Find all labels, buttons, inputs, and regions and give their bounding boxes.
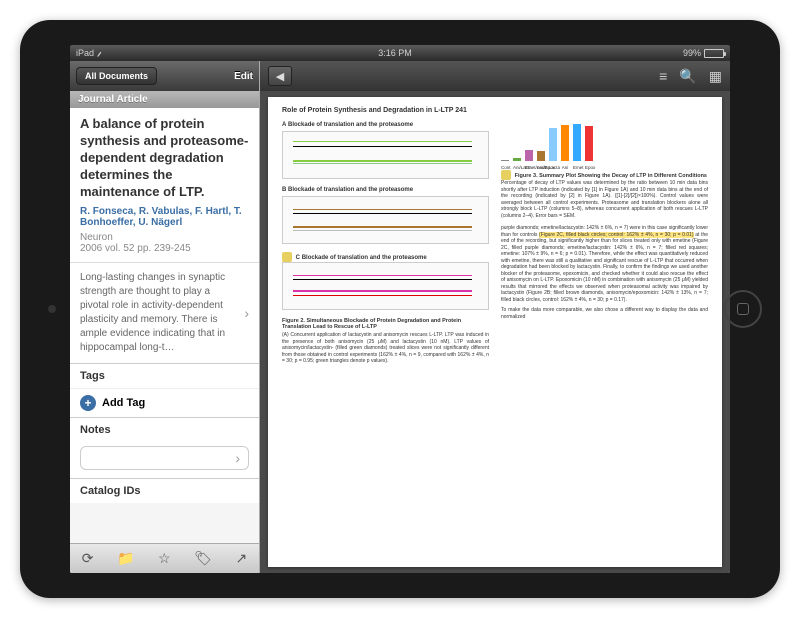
article-meta: A balance of protein synthesis and prote… (70, 108, 259, 262)
panel-c-chart (282, 262, 489, 310)
bar-categories: ContAni/LactaEmet/LactaAni/EpoxLactaAniE… (501, 165, 708, 170)
fig2-caption: Figure 2. Simultaneous Blockade of Prote… (282, 318, 489, 330)
device-label: iPad (76, 48, 94, 58)
body-text-2: purple diamonds; emetine/lactacystin: 14… (501, 225, 708, 303)
catalog-heading: Catalog IDs (70, 479, 259, 503)
folder-icon[interactable]: 📁 (117, 550, 134, 567)
doc-left-column: Role of Protein Synthesis and Degradatio… (282, 107, 489, 557)
tags-section: Tags + Add Tag (70, 363, 259, 417)
battery-icon (704, 49, 724, 58)
article-journal: Neuron (80, 232, 249, 243)
main-toolbar: ◀ ≡ 🔍 ▦ (260, 61, 730, 91)
panel-c-title: Blockade of translation and the proteaso… (302, 255, 427, 261)
abstract-text: Long-lasting changes in synaptic strengt… (80, 271, 240, 355)
screen: iPad 3:16 PM 99% All Documents Edit Jour… (70, 45, 730, 573)
doc-running-head: Role of Protein Synthesis and Degradatio… (282, 107, 489, 114)
back-button[interactable]: ◀ (268, 66, 292, 86)
doc-right-column: ContAni/LactaEmet/LactaAni/EpoxLactaAniE… (501, 107, 708, 557)
notes-heading: Notes (70, 418, 259, 442)
panel-b-chart (282, 196, 489, 244)
panel-a-title: Blockade of translation and the proteaso… (288, 122, 413, 128)
grid-icon[interactable]: ▦ (709, 68, 722, 85)
add-tag-button[interactable]: + Add Tag (70, 388, 259, 417)
chevron-right-icon: › (235, 450, 240, 466)
article-title: A balance of protein synthesis and prote… (80, 116, 249, 200)
search-icon[interactable]: 🔍 (679, 68, 696, 85)
fig3-caption: Figure 3. Summary Plot Showing the Decay… (515, 173, 707, 179)
plus-icon: + (80, 395, 96, 411)
tag-icon[interactable]: 🏷 (194, 550, 212, 567)
notes-section: Notes › (70, 417, 259, 478)
star-icon[interactable]: ☆ (158, 550, 171, 567)
clock: 3:16 PM (378, 48, 412, 58)
annotation-icon[interactable] (501, 170, 511, 180)
abstract-row[interactable]: Long-lasting changes in synaptic strengt… (70, 262, 259, 363)
tags-heading: Tags (70, 364, 259, 388)
notes-field[interactable]: › (80, 446, 249, 470)
status-bar: iPad 3:16 PM 99% (70, 45, 730, 61)
main-pane: ◀ ≡ 🔍 ▦ Role of Protein Synthesis and De… (260, 61, 730, 573)
summary-bar-chart (501, 111, 708, 161)
highlight[interactable]: (Figure 2C, filled black circles; contro… (539, 232, 694, 238)
article-authors[interactable]: R. Fonseca, R. Vabulas, F. Hartl, T. Bon… (80, 206, 249, 228)
fig3-body: Percentage of decay of LTP values was de… (501, 180, 708, 219)
panel-a-chart (282, 131, 489, 179)
document-page[interactable]: Role of Protein Synthesis and Degradatio… (268, 97, 722, 567)
sidebar-toolbar: All Documents Edit (70, 61, 259, 91)
sidebar: All Documents Edit Journal Article A bal… (70, 61, 260, 573)
annotation-icon[interactable] (282, 252, 292, 262)
fig2-body: (A) Concurrent application of lactacysti… (282, 332, 489, 365)
refresh-icon[interactable]: ⟳ (82, 550, 94, 567)
wifi-icon (97, 50, 107, 57)
home-button[interactable] (724, 290, 762, 328)
share-icon[interactable]: ↗ (235, 550, 247, 567)
add-tag-label: Add Tag (102, 397, 145, 409)
sidebar-bottom-toolbar: ⟳ 📁 ☆ 🏷 ↗ (70, 543, 259, 573)
list-icon[interactable]: ≡ (659, 68, 667, 85)
ipad-frame: iPad 3:16 PM 99% All Documents Edit Jour… (20, 20, 780, 598)
section-header: Journal Article (70, 91, 259, 108)
body-text-3: To make the data more comparable, we als… (501, 307, 708, 320)
chevron-right-icon: › (244, 304, 249, 324)
article-citation: 2006 vol. 52 pp. 239-245 (80, 243, 249, 254)
catalog-section: Catalog IDs (70, 478, 259, 503)
app: All Documents Edit Journal Article A bal… (70, 61, 730, 573)
all-documents-button[interactable]: All Documents (76, 67, 157, 85)
battery-pct: 99% (683, 48, 701, 58)
camera (48, 305, 56, 313)
panel-b-title: Blockade of translation and the proteaso… (288, 187, 413, 193)
edit-button[interactable]: Edit (234, 71, 253, 82)
